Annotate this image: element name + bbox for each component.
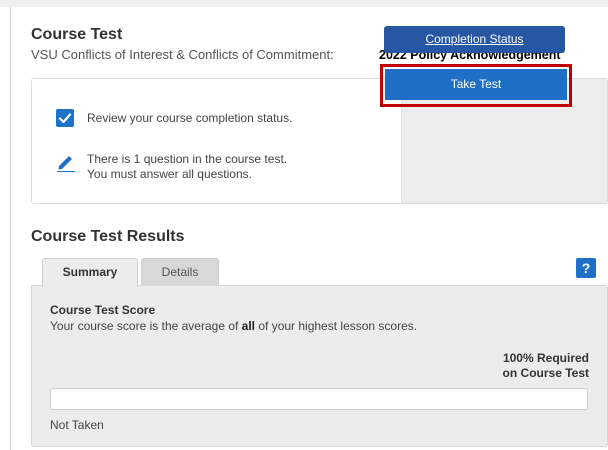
score-desc-before: Your course score is the average of: [50, 319, 242, 333]
score-progress-bar: [50, 388, 588, 410]
course-name: VSU Conflicts of Interest & Conflicts of…: [31, 47, 334, 62]
completion-status-button[interactable]: Completion Status: [384, 26, 565, 53]
required-line-1: 100% Required: [502, 351, 589, 365]
score-description: Your course score is the average of all …: [50, 319, 417, 333]
top-strip: [0, 0, 608, 7]
take-test-highlight: Take Test: [380, 64, 572, 107]
checkbox-checked-icon: [56, 109, 74, 127]
score-title: Course Test Score: [50, 303, 156, 317]
tab-summary[interactable]: Summary: [42, 258, 138, 287]
score-desc-after: of your highest lesson scores.: [255, 319, 418, 333]
review-text: Review your course completion status.: [87, 111, 293, 125]
score-desc-bold: all: [241, 319, 256, 333]
left-border: [10, 7, 11, 450]
page-title: Course Test: [31, 26, 123, 43]
required-line-2: on Course Test: [502, 366, 589, 380]
question-line-2: You must answer all questions.: [87, 167, 252, 181]
take-test-button[interactable]: Take Test: [385, 69, 567, 100]
required-label: 100% Required on Course Test: [503, 351, 589, 381]
question-line-1: There is 1 question in the course test.: [87, 152, 288, 166]
pencil-icon: [56, 152, 76, 173]
help-icon[interactable]: ?: [576, 258, 596, 278]
test-status: Not Taken: [50, 418, 104, 432]
tab-details[interactable]: Details: [141, 258, 219, 286]
course-subtitle: VSU Conflicts of Interest & Conflicts of…: [31, 46, 605, 65]
score-summary-panel: Course Test Score Your course score is t…: [31, 285, 608, 447]
question-text: There is 1 question in the course test. …: [87, 152, 287, 182]
results-title: Course Test Results: [31, 228, 185, 245]
